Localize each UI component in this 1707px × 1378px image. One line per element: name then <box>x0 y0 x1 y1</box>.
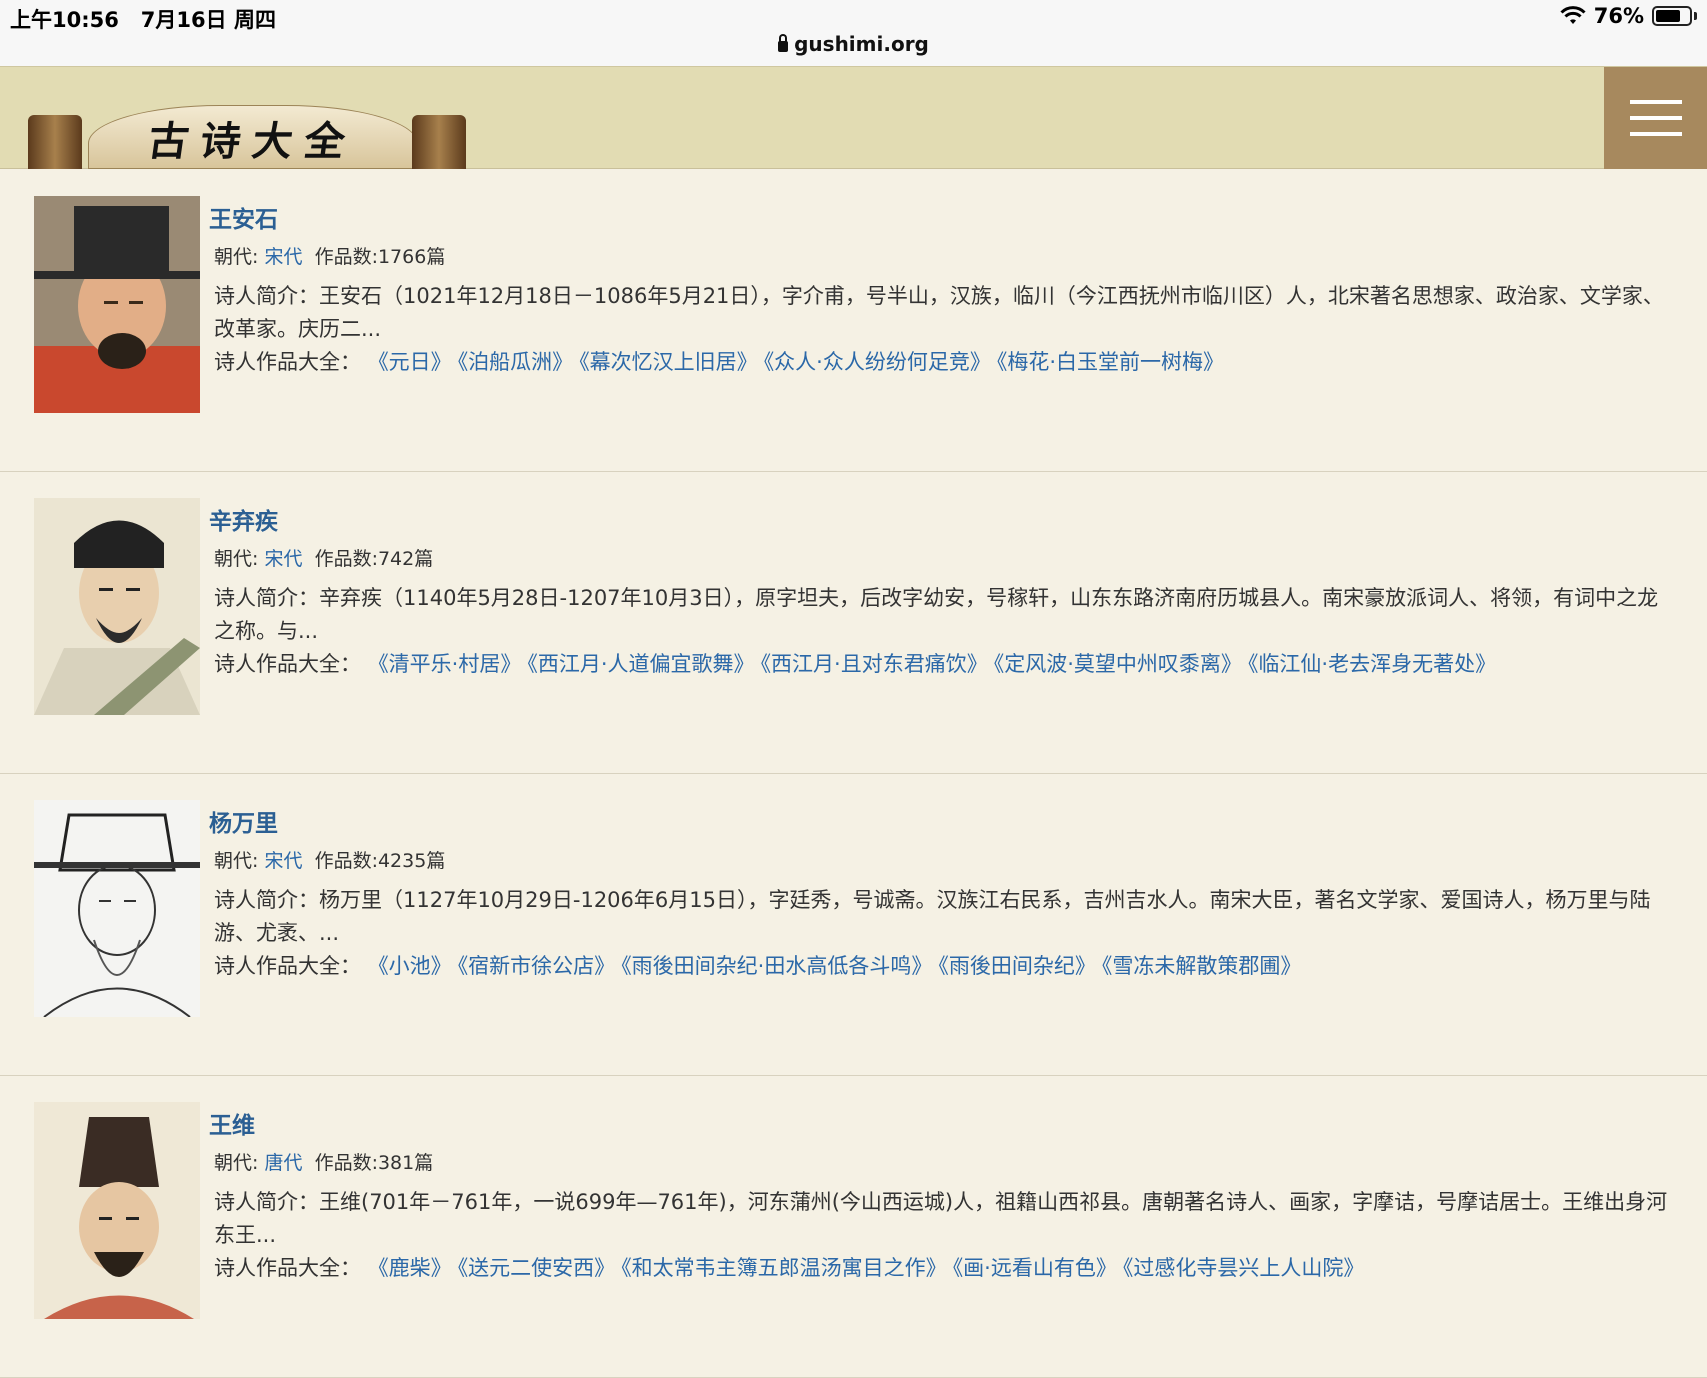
work-link[interactable]: 《定风波·莫望中州叹黍离》 <box>994 652 1242 676</box>
work-count: 4235篇 <box>377 850 446 872</box>
site-header: 古诗大全 <box>0 66 1707 169</box>
work-link[interactable]: 《送元二使安西》 <box>458 1256 616 1280</box>
dynasty-link[interactable]: 宋代 <box>264 548 302 570</box>
work-link[interactable]: 《西江月·人道偏宜歌舞》 <box>527 652 754 676</box>
portrait-wang-anshi <box>34 196 200 413</box>
dynasty-label: 朝代: <box>214 548 259 570</box>
url-text: gushimi.org <box>794 32 929 56</box>
hamburger-menu-icon-bar <box>1629 132 1682 136</box>
works-label: 诗人作品大全： <box>214 652 361 676</box>
work-link[interactable]: 《清平乐·村居》 <box>368 652 522 676</box>
count-label: 作品数: <box>314 246 378 268</box>
dynasty-label: 朝代: <box>214 246 259 268</box>
poet-works: 诗人作品大全： 《清平乐·村居》 《西江月·人道偏宜歌舞》 《西江月·且对东君痛饮》… <box>214 648 1502 678</box>
work-link[interactable]: 《过感化寺昙兴上人山院》 <box>1123 1256 1365 1280</box>
dynasty-link[interactable]: 宋代 <box>264 246 302 268</box>
poet-intro: 诗人简介：王安石（1021年12月18日－1086年5月21日），字介甫，号半山… <box>214 280 1674 346</box>
work-link[interactable]: 《雪冻未解散策郡圃》 <box>1102 954 1302 978</box>
work-link[interactable]: 《西江月·且对东君痛饮》 <box>761 652 988 676</box>
work-link[interactable]: 《和太常韦主簿五郎温汤寓目之作》 <box>621 1256 947 1280</box>
poet-meta: 朝代: 宋代 作品数:1766篇 <box>214 242 445 269</box>
work-link[interactable]: 《泊船瓜洲》 <box>458 350 574 374</box>
poet-name[interactable]: 辛弃疾 <box>209 502 278 536</box>
status-bar: 上午10:56 7月16日 周四 76% gushimi.org <box>0 0 1707 66</box>
poet-meta: 朝代: 宋代 作品数:4235篇 <box>214 846 445 873</box>
poet-works: 诗人作品大全： 《小池》 《宿新市徐公店》 《雨後田间杂纪·田水高低各斗鸣》 《雨後田… <box>214 950 1307 980</box>
poet-portrait[interactable] <box>34 800 200 1017</box>
poet-portrait[interactable] <box>34 498 200 715</box>
scroll-right-end <box>412 115 466 169</box>
work-link[interactable]: 《小池》 <box>368 954 452 978</box>
site-logo[interactable]: 古诗大全 <box>28 101 466 169</box>
count-label: 作品数: <box>314 850 378 872</box>
work-link[interactable]: 《雨後田间杂纪》 <box>938 954 1096 978</box>
dynasty-link[interactable]: 唐代 <box>264 1152 302 1174</box>
battery-tip <box>1694 12 1697 20</box>
poet-portrait[interactable] <box>34 196 200 413</box>
status-time-date: 上午10:56 7月16日 周四 <box>10 4 276 34</box>
work-link[interactable]: 《元日》 <box>368 350 452 374</box>
intro-label: 诗人简介： <box>214 888 319 912</box>
portrait-wang-wei <box>34 1102 200 1319</box>
work-link[interactable]: 《鹿柴》 <box>368 1256 452 1280</box>
poet-meta: 朝代: 唐代 作品数:381篇 <box>214 1148 433 1175</box>
dynasty-label: 朝代: <box>214 850 259 872</box>
lock-icon <box>778 34 789 52</box>
status-right: 76% <box>1560 4 1697 28</box>
address-bar[interactable]: gushimi.org <box>0 32 1707 56</box>
intro-text: 王安石（1021年12月18日－1086年5月21日），字介甫，号半山，汉族，临… <box>214 284 1664 341</box>
work-link[interactable]: 《宿新市徐公店》 <box>458 954 616 978</box>
intro-text: 王维(701年－761年，一说699年—761年)，河东蒲州(今山西运城)人，祖… <box>214 1190 1668 1247</box>
works-label: 诗人作品大全： <box>214 350 361 374</box>
intro-label: 诗人简介： <box>214 586 319 610</box>
battery-level <box>1656 10 1681 22</box>
scroll-left-end <box>28 115 82 169</box>
work-count: 742篇 <box>377 548 434 570</box>
intro-label: 诗人简介： <box>214 1190 319 1214</box>
poet-intro: 诗人简介：王维(701年－761年，一说699年—761年)，河东蒲州(今山西运… <box>214 1186 1674 1252</box>
logo-text: 古诗大全 <box>145 118 360 165</box>
poet-intro: 诗人简介：杨万里（1127年10月29日-1206年6月15日），字廷秀，号诚斋… <box>214 884 1674 950</box>
poet-name[interactable]: 王维 <box>209 1106 255 1140</box>
status-date: 7月16日 周四 <box>140 8 276 32</box>
portrait-xin-qiji <box>34 498 200 715</box>
battery-percent: 76% <box>1593 4 1644 28</box>
poet-card: 杨万里 朝代: 宋代 作品数:4235篇 诗人简介：杨万里（1127年10月29… <box>0 774 1707 1076</box>
hamburger-menu-icon-bar <box>1629 100 1682 104</box>
work-link[interactable]: 《临江仙·老去浑身无著处》 <box>1248 652 1496 676</box>
works-label: 诗人作品大全： <box>214 954 361 978</box>
work-link[interactable]: 《梅花·白玉堂前一树梅》 <box>997 350 1224 374</box>
status-time: 上午10:56 <box>10 8 119 32</box>
dynasty-link[interactable]: 宋代 <box>264 850 302 872</box>
portrait-yang-wanli <box>34 800 200 1017</box>
hamburger-menu-button[interactable] <box>1604 67 1707 169</box>
poet-works: 诗人作品大全： 《鹿柴》 《送元二使安西》 《和太常韦主簿五郎温汤寓目之作》 《画·远… <box>214 1252 1370 1282</box>
intro-text: 辛弃疾（1140年5月28日-1207年10月3日），原字坦夫，后改字幼安，号稼… <box>214 586 1659 643</box>
hamburger-menu-icon-bar <box>1629 116 1682 120</box>
intro-text: 杨万里（1127年10月29日-1206年6月15日），字廷秀，号诚斋。汉族江右… <box>214 888 1651 945</box>
poet-portrait[interactable] <box>34 1102 200 1319</box>
poet-card: 王安石 朝代: 宋代 作品数:1766篇 诗人简介：王安石（1021年12月18… <box>0 170 1707 472</box>
work-link[interactable]: 《画·远看山有色》 <box>953 1256 1117 1280</box>
work-link[interactable]: 《雨後田间杂纪·田水高低各斗鸣》 <box>621 954 932 978</box>
works-label: 诗人作品大全： <box>214 1256 361 1280</box>
work-count: 381篇 <box>377 1152 434 1174</box>
work-count: 1766篇 <box>377 246 446 268</box>
battery-icon <box>1652 6 1692 26</box>
poet-intro: 诗人简介：辛弃疾（1140年5月28日-1207年10月3日），原字坦夫，后改字… <box>214 582 1674 648</box>
poet-name[interactable]: 王安石 <box>209 200 278 234</box>
dynasty-label: 朝代: <box>214 1152 259 1174</box>
poet-name[interactable]: 杨万里 <box>209 804 278 838</box>
intro-label: 诗人简介： <box>214 284 319 308</box>
count-label: 作品数: <box>314 1152 378 1174</box>
wifi-icon <box>1560 6 1586 24</box>
poet-works: 诗人作品大全： 《元日》 《泊船瓜洲》 《幕次忆汉上旧居》 《众人·众人纷纷何足竞》《… <box>214 346 1230 376</box>
poet-meta: 朝代: 宋代 作品数:742篇 <box>214 544 433 571</box>
work-link[interactable]: 《幕次忆汉上旧居》 <box>579 350 758 374</box>
poet-list: 王安石 朝代: 宋代 作品数:1766篇 诗人简介：王安石（1021年12月18… <box>0 170 1707 1378</box>
count-label: 作品数: <box>314 548 378 570</box>
work-link[interactable]: 《众人·众人纷纷何足竞》 <box>764 350 991 374</box>
poet-card: 王维 朝代: 唐代 作品数:381篇 诗人简介：王维(701年－761年，一说6… <box>0 1076 1707 1378</box>
poet-card: 辛弃疾 朝代: 宋代 作品数:742篇 诗人简介：辛弃疾（1140年5月28日-… <box>0 472 1707 774</box>
